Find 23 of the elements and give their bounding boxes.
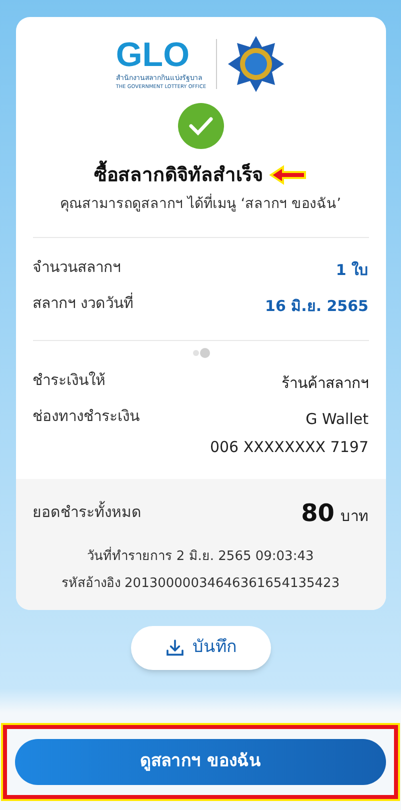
row-label: ช่องทางชำระเงิน [32,406,140,426]
row-value: G Wallet [306,408,368,430]
logo-wordmark: GLO [116,37,191,73]
emblem-icon [227,35,286,93]
primary-button[interactable]: ดูสลากฯ ของฉัน [15,738,386,784]
row-value: 006 XXXXXXXX 7197 [210,436,368,458]
total-unit: บาท [340,506,368,526]
row-label: สลากฯ งวดวันที่ [32,292,134,314]
total-amount: 80 [301,498,334,528]
save-button[interactable]: บันทึก [130,626,270,670]
download-icon [164,638,184,658]
success-title: ซื้อสลากดิจิทัลสำเร็จ [94,161,263,190]
success-subtitle: คุณสามารถดูสลากฯ ได้ที่เมนู ‘สลากฯ ของฉัน’ [58,194,342,214]
row-value: 16 มิ.ย. 2565 [265,296,368,316]
annotation-arrow-icon [269,165,307,186]
row-label: จำนวนสลากฯ [32,256,120,278]
transaction-date: วันที่ทำรายการ 2 มิ.ย. 2565 09:03:43 [86,546,315,566]
row-label: ชำระเงินให้ [32,370,106,390]
total-label: ยอดชำระทั้งหมด [32,501,142,524]
success-check-icon [178,103,224,149]
row-value: ร้านค้าสลากฯ [282,372,368,394]
reference-code: รหัสอ้างอิง 20130000034646361654135423 [60,575,341,593]
row-value: 1 ใบ [336,260,368,280]
